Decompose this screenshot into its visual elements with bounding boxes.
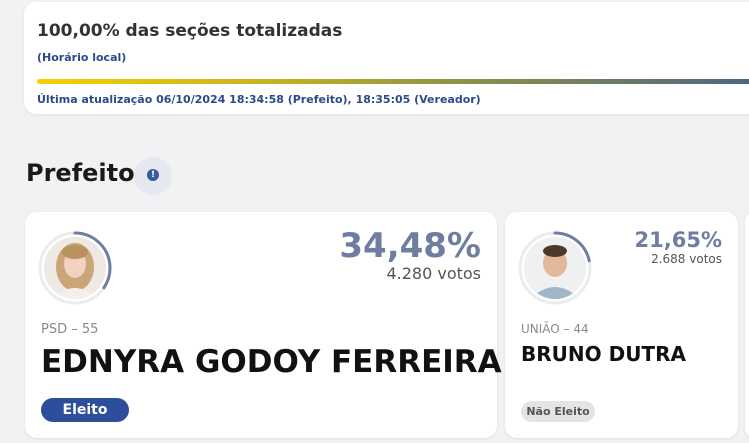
candidate-card[interactable]: 34,48% 4.280 votos PSD – 55 EDNYRA GODOY…	[25, 212, 502, 438]
vote-percentage: 21,65%	[634, 228, 722, 252]
vote-percentage: 34,48%	[339, 226, 481, 266]
last-update-text: Última atualização 06/10/2024 18:34:58 (…	[37, 93, 481, 106]
candidate-name: EDNYRA GODOY FERREIRA	[41, 344, 502, 380]
info-button[interactable]: !	[134, 157, 172, 195]
vote-count: 2.688 votos	[651, 252, 722, 266]
info-icon: !	[147, 169, 159, 181]
candidate-card[interactable]	[745, 212, 749, 438]
vote-count: 4.280 votos	[386, 264, 481, 283]
not-elected-badge: Não Eleito	[521, 401, 595, 422]
totalization-title: 100,00% das seções totalizadas	[37, 21, 343, 41]
totalization-progress-bar	[37, 79, 749, 84]
candidate-name: BRUNO DUTRA	[521, 342, 686, 366]
progress-fill	[37, 79, 749, 84]
elected-badge: Eleito	[41, 398, 129, 422]
party-label: UNIÃO – 44	[521, 322, 589, 336]
section-title: Prefeito	[26, 159, 135, 187]
vote-share-ring	[517, 230, 593, 306]
candidate-photo	[524, 237, 586, 299]
party-label: PSD – 55	[41, 322, 99, 337]
candidate-card[interactable]: 21,65% 2.688 votos UNIÃO – 44 BRUNO DUTR…	[505, 212, 738, 438]
vote-share-ring	[37, 230, 113, 306]
local-time-note: (Horário local)	[37, 51, 127, 64]
candidate-photo	[44, 237, 106, 299]
totalization-status-card: 100,00% das seções totalizadas (Horário …	[24, 2, 749, 114]
